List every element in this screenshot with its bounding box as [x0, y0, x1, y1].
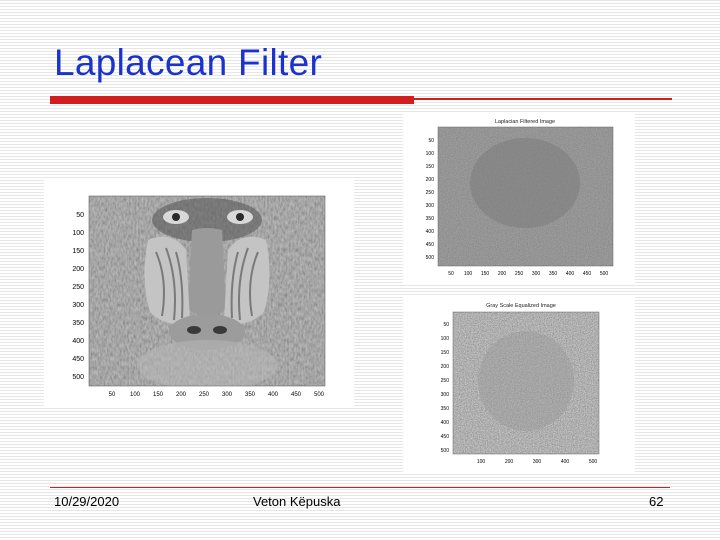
y-tick-label: 50: [76, 212, 84, 219]
equalized-image: [453, 312, 599, 454]
equalized-image-title: Gray Scale Equalized Image: [486, 303, 556, 309]
footer-author: Veton Këpuska: [253, 494, 341, 509]
title-underline-bar: [50, 96, 414, 104]
laplacian-image: [438, 127, 613, 266]
laplacian-image-figure: Laplacian Filtered Image 50 100 150 200 …: [403, 113, 635, 285]
y-tick-label: 250: [72, 284, 84, 291]
baboon-image: [89, 196, 325, 386]
x-tick-label: 400: [268, 392, 279, 398]
y-tick-label: 500: [72, 374, 84, 381]
laplacian-image-plot: Laplacian Filtered Image 50 100 150 200 …: [426, 119, 614, 277]
x-tick-label: 100: [130, 392, 141, 398]
footer-date: 10/29/2020: [54, 494, 120, 509]
y-tick-label: 300: [426, 203, 435, 209]
y-tick-label: 350: [72, 320, 84, 327]
y-tick-label: 300: [72, 302, 84, 309]
x-tick-label: 150: [153, 392, 164, 398]
x-tick-label: 300: [532, 271, 541, 277]
title-underline-thin: [414, 98, 672, 100]
y-tick-label: 450: [426, 242, 435, 248]
y-tick-label: 450: [441, 434, 450, 440]
y-tick-label: 150: [72, 248, 84, 255]
y-tick-label: 150: [426, 164, 435, 170]
y-tick-label: 500: [441, 448, 450, 454]
original-image-figure: 50 100 150 200 250 300 350 400 450 500 5…: [44, 180, 354, 408]
y-tick-label: 400: [426, 229, 435, 235]
y-tick-label: 250: [426, 190, 435, 196]
x-tick-label: 200: [505, 459, 514, 465]
x-tick-label: 100: [477, 459, 486, 465]
y-tick-label: 200: [441, 364, 450, 370]
footer-page-number: 62: [649, 494, 664, 509]
y-tick-label: 150: [441, 350, 450, 356]
y-tick-label: 450: [72, 356, 84, 363]
laplacian-image-title: Laplacian Filtered Image: [495, 119, 555, 125]
footer-divider: [50, 487, 670, 488]
x-tick-label: 400: [561, 459, 570, 465]
equalized-image-plot: Gray Scale Equalized Image 50 100 150 20…: [441, 303, 600, 465]
x-tick-label: 250: [199, 392, 210, 398]
x-tick-label: 250: [515, 271, 524, 277]
y-tick-label: 500: [426, 255, 435, 261]
x-tick-label: 50: [109, 392, 116, 398]
y-tick-label: 50: [443, 322, 449, 328]
y-tick-label: 100: [426, 151, 435, 157]
y-tick-label: 300: [441, 392, 450, 398]
y-tick-label: 350: [441, 406, 450, 412]
x-tick-label: 450: [583, 271, 592, 277]
y-tick-label: 350: [426, 216, 435, 222]
x-tick-label: 500: [600, 271, 609, 277]
x-tick-label: 50: [448, 271, 454, 277]
y-tick-label: 100: [72, 230, 84, 237]
x-tick-label: 200: [176, 392, 187, 398]
original-image-plot: 50 100 150 200 250 300 350 400 450 500 5…: [72, 195, 326, 398]
x-tick-label: 300: [222, 392, 233, 398]
y-tick-label: 50: [428, 138, 434, 144]
y-tick-label: 400: [72, 338, 84, 345]
x-tick-label: 400: [566, 271, 575, 277]
x-tick-label: 350: [245, 392, 256, 398]
y-tick-label: 250: [441, 378, 450, 384]
slide-title: Laplacean Filter: [54, 42, 323, 83]
y-tick-label: 200: [426, 177, 435, 183]
x-tick-label: 100: [464, 271, 473, 277]
y-tick-label: 400: [441, 420, 450, 426]
x-tick-label: 300: [533, 459, 542, 465]
x-tick-label: 500: [314, 392, 325, 398]
x-tick-label: 200: [498, 271, 507, 277]
x-tick-label: 150: [481, 271, 490, 277]
x-tick-label: 350: [549, 271, 558, 277]
equalized-image-figure: Gray Scale Equalized Image 50 100 150 20…: [403, 296, 635, 474]
y-tick-label: 200: [72, 266, 84, 273]
x-tick-label: 500: [589, 459, 598, 465]
y-tick-label: 100: [441, 336, 450, 342]
x-tick-label: 450: [291, 392, 302, 398]
